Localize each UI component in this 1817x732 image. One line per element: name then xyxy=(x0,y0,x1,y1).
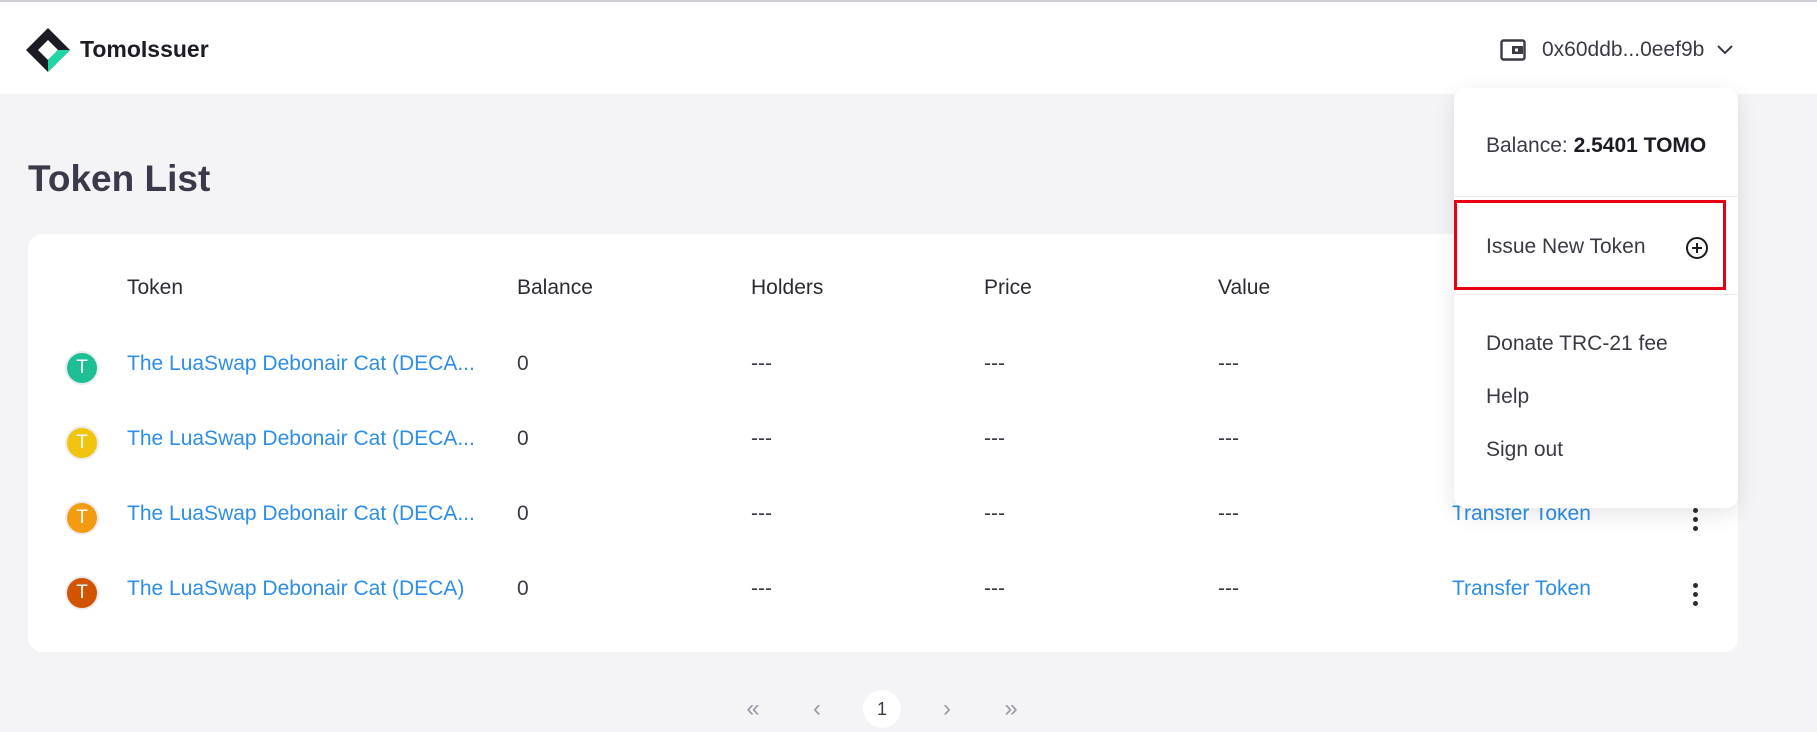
donate-fee-menu-item[interactable]: Donate TRC-21 fee xyxy=(1486,332,1668,356)
sign-out-menu-item[interactable]: Sign out xyxy=(1486,438,1563,462)
column-header-holders: Holders xyxy=(751,276,824,299)
token-value: --- xyxy=(1218,352,1239,375)
token-value: --- xyxy=(1218,427,1239,450)
column-header-value: Value xyxy=(1218,276,1271,299)
last-page-button[interactable]: » xyxy=(993,690,1029,728)
prev-page-button[interactable]: ‹ xyxy=(799,690,835,728)
column-header-balance: Balance xyxy=(517,276,593,299)
dropdown-divider xyxy=(1454,196,1738,197)
token-name-link[interactable]: The LuaSwap Debonair Cat (DECA... xyxy=(127,502,475,526)
token-value: --- xyxy=(1218,577,1239,600)
more-options-icon[interactable] xyxy=(1685,580,1705,610)
token-value: --- xyxy=(1218,502,1239,525)
pagination: « ‹ 1 › » xyxy=(0,690,1817,730)
app-header: TomoIssuer 0x60ddb...0eef9b xyxy=(0,2,1817,94)
balance-value: 2.5401 TOMO xyxy=(1573,134,1707,157)
wallet-icon xyxy=(1500,39,1526,61)
token-price: --- xyxy=(984,352,1005,375)
token-avatar: T xyxy=(65,351,99,385)
current-page-button[interactable]: 1 xyxy=(863,690,901,728)
issue-new-token-menu-item[interactable]: Issue New Token xyxy=(1454,200,1726,290)
first-page-button[interactable]: « xyxy=(735,690,771,728)
token-name-link[interactable]: The LuaSwap Debonair Cat (DECA... xyxy=(127,427,475,451)
token-holders: --- xyxy=(751,577,772,600)
dropdown-divider xyxy=(1454,294,1738,295)
token-balance: 0 xyxy=(517,577,529,600)
plus-circle-icon xyxy=(1686,237,1708,259)
token-balance: 0 xyxy=(517,502,529,525)
token-balance: 0 xyxy=(517,427,529,450)
account-address: 0x60ddb...0eef9b xyxy=(1542,38,1705,61)
token-price: --- xyxy=(984,577,1005,600)
transfer-token-link[interactable]: Transfer Token xyxy=(1452,577,1591,601)
token-holders: --- xyxy=(751,427,772,450)
column-header-price: Price xyxy=(984,276,1032,299)
token-balance: 0 xyxy=(517,352,529,375)
issue-new-token-label: Issue New Token xyxy=(1486,235,1646,258)
token-price: --- xyxy=(984,427,1005,450)
account-menu-toggle[interactable]: 0x60ddb...0eef9b xyxy=(1500,30,1734,70)
help-menu-item[interactable]: Help xyxy=(1486,385,1529,409)
token-name-link[interactable]: The LuaSwap Debonair Cat (DECA... xyxy=(127,352,475,376)
next-page-button[interactable]: › xyxy=(929,690,965,728)
token-avatar: T xyxy=(65,576,99,610)
token-holders: --- xyxy=(751,502,772,525)
page-title: Token List xyxy=(28,158,211,199)
chevron-down-icon xyxy=(1717,45,1734,55)
token-price: --- xyxy=(984,502,1005,525)
token-avatar: T xyxy=(65,426,99,460)
token-holders: --- xyxy=(751,352,772,375)
token-name-link[interactable]: The LuaSwap Debonair Cat (DECA) xyxy=(127,577,464,601)
balance-label: Balance: xyxy=(1486,134,1568,157)
token-avatar: T xyxy=(65,501,99,535)
tomoissuer-logo-icon[interactable] xyxy=(26,28,70,72)
column-header-token: Token xyxy=(127,276,184,299)
more-options-icon[interactable] xyxy=(1685,505,1705,535)
brand-name: TomoIssuer xyxy=(80,36,209,62)
account-dropdown-menu: Balance: 2.5401 TOMO Donate TRC-21 fee H… xyxy=(1454,88,1738,508)
dropdown-balance: Balance: 2.5401 TOMO xyxy=(1486,134,1706,158)
